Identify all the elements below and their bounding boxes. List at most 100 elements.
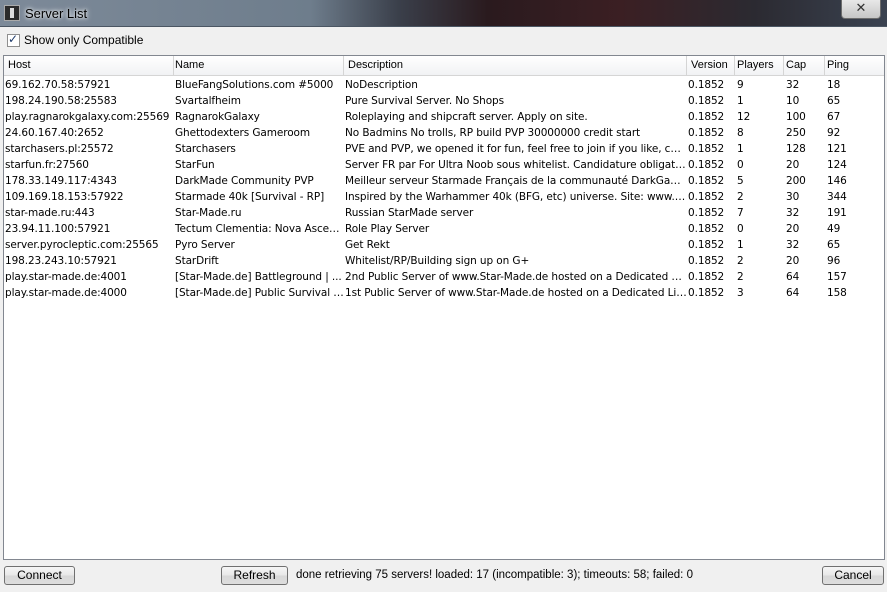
column-header-cap[interactable]: Cap [784, 56, 825, 76]
version-cell: 0.1852 [688, 127, 725, 139]
description-cell: Server FR par For Ultra Noob sous whitel… [345, 159, 687, 171]
version-cell: 0.1852 [688, 175, 725, 187]
ping-cell: 158 [827, 287, 847, 299]
ping-cell: 49 [827, 223, 841, 235]
cap-cell: 20 [786, 159, 800, 171]
column-header-host[interactable]: Host [4, 56, 174, 76]
cancel-button[interactable]: Cancel [822, 566, 884, 585]
cap-cell: 100 [786, 111, 806, 123]
description-cell: PVE and PVP, we opened it for fun, feel … [345, 143, 687, 155]
table-row[interactable]: 24.60.167.40:2652 Ghettodexters Gameroom N… [4, 125, 884, 141]
players-cell: 2 [737, 191, 744, 203]
version-cell: 0.1852 [688, 95, 725, 107]
table-row[interactable]: 69.162.70.58:57921 BlueFangSolutions.com … [4, 77, 884, 93]
table-row[interactable]: play.ragnarokgalaxy.com:25569 RagnarokGal… [4, 109, 884, 125]
description-cell: Meilleur serveur Starmade Français de la… [345, 175, 687, 187]
show-compatible-label[interactable]: Show only Compatible [24, 33, 143, 47]
refresh-button[interactable]: Refresh [221, 566, 288, 585]
server-table[interactable]: Host Name Description Version Players Ca… [3, 55, 885, 560]
description-cell: Whitelist/RP/Building sign up on G+ [345, 255, 530, 267]
title-bar[interactable]: Server List ✕ [0, 0, 887, 27]
host-cell: 24.60.167.40:2652 [5, 127, 104, 139]
name-cell: Tectum Clementia: Nova Ascend... [175, 223, 344, 235]
version-cell: 0.1852 [688, 287, 725, 299]
ping-cell: 67 [827, 111, 841, 123]
column-header-description[interactable]: Description [344, 56, 687, 76]
host-cell: 109.169.18.153:57922 [5, 191, 124, 203]
ping-cell: 18 [827, 79, 841, 91]
connect-button[interactable]: Connect [4, 566, 75, 585]
ping-cell: 157 [827, 271, 847, 283]
table-row[interactable]: starchasers.pl:25572 Starchasers PVE and P… [4, 141, 884, 157]
name-cell: Starmade 40k [Survival - RP] [175, 191, 325, 203]
table-row[interactable]: 198.23.243.10:57921 StarDrift Whitelist/RP… [4, 253, 884, 269]
version-cell: 0.1852 [688, 159, 725, 171]
show-compatible-checkbox[interactable]: ✓ [7, 31, 20, 47]
table-row[interactable]: 109.169.18.153:57922 Starmade 40k [Surviv… [4, 189, 884, 205]
name-cell: DarkMade Community PVP [175, 175, 314, 187]
ping-cell: 146 [827, 175, 847, 187]
version-cell: 0.1852 [688, 207, 725, 219]
name-cell: BlueFangSolutions.com #5000 [175, 79, 334, 91]
name-cell: Pyro Server [175, 239, 235, 251]
cap-cell: 30 [786, 191, 800, 203]
host-cell: 198.24.190.58:25583 [5, 95, 117, 107]
status-text: done retrieving 75 servers! loaded: 17 (… [296, 569, 693, 581]
cap-cell: 200 [786, 175, 806, 187]
table-row[interactable]: play.star-made.de:4000 [Star-Made.de] Pub… [4, 285, 884, 301]
players-cell: 7 [737, 207, 744, 219]
table-body: 69.162.70.58:57921 BlueFangSolutions.com … [4, 77, 884, 301]
name-cell: StarDrift [175, 255, 219, 267]
show-compatible-option[interactable]: ✓ Show only Compatible [7, 32, 143, 48]
version-cell: 0.1852 [688, 79, 725, 91]
checkmark-icon: ✓ [8, 31, 19, 46]
name-cell: Star-Made.ru [175, 207, 242, 219]
description-cell: Role Play Server [345, 223, 430, 235]
cap-cell: 10 [786, 95, 800, 107]
host-cell: 178.33.149.117:4343 [5, 175, 117, 187]
column-header-version[interactable]: Version [687, 56, 735, 76]
table-row[interactable]: 23.94.11.100:57921 Tectum Clementia: Nova… [4, 221, 884, 237]
description-cell: Roleplaying and shipcraft server. Apply … [345, 111, 588, 123]
version-cell: 0.1852 [688, 111, 725, 123]
window-title: Server List [25, 6, 88, 21]
table-row[interactable]: play.star-made.de:4001 [Star-Made.de] Bat… [4, 269, 884, 285]
version-cell: 0.1852 [688, 239, 725, 251]
app-icon [4, 5, 20, 21]
host-cell: starchasers.pl:25572 [5, 143, 114, 155]
column-header-ping[interactable]: Ping [825, 56, 884, 76]
close-button[interactable]: ✕ [841, 0, 881, 19]
cap-cell: 32 [786, 207, 800, 219]
name-cell: Ghettodexters Gameroom [175, 127, 310, 139]
cap-cell: 64 [786, 287, 800, 299]
column-header-players[interactable]: Players [735, 56, 784, 76]
name-cell: [Star-Made.de] Public Survival | ... [175, 287, 344, 299]
name-cell: Svartalfheim [175, 95, 241, 107]
description-cell: Get Rekt [345, 239, 390, 251]
table-row[interactable]: star-made.ru:443 Star-Made.ru Russian Star… [4, 205, 884, 221]
cap-cell: 32 [786, 79, 800, 91]
name-cell: [Star-Made.de] Battleground | ... [175, 271, 342, 283]
table-row[interactable]: 178.33.149.117:4343 DarkMade Community PV… [4, 173, 884, 189]
table-row[interactable]: starfun.fr:27560 StarFun Server FR par For… [4, 157, 884, 173]
version-cell: 0.1852 [688, 191, 725, 203]
ping-cell: 121 [827, 143, 847, 155]
host-cell: server.pyrocleptic.com:25565 [5, 239, 159, 251]
description-cell: Pure Survival Server. No Shops [345, 95, 504, 107]
cap-cell: 32 [786, 239, 800, 251]
players-cell: 1 [737, 143, 744, 155]
table-row[interactable]: server.pyrocleptic.com:25565 Pyro Server G… [4, 237, 884, 253]
ping-cell: 191 [827, 207, 847, 219]
host-cell: 69.162.70.58:57921 [5, 79, 111, 91]
column-header-name[interactable]: Name [174, 56, 344, 76]
name-cell: RagnarokGalaxy [175, 111, 260, 123]
host-cell: play.ragnarokgalaxy.com:25569 [5, 111, 170, 123]
players-cell: 2 [737, 271, 744, 283]
ping-cell: 65 [827, 239, 841, 251]
host-cell: 23.94.11.100:57921 [5, 223, 111, 235]
table-row[interactable]: 198.24.190.58:25583 Svartalfheim Pure Surv… [4, 93, 884, 109]
host-cell: 198.23.243.10:57921 [5, 255, 117, 267]
ping-cell: 92 [827, 127, 841, 139]
description-cell: No Badmins No trolls, RP build PVP 30000… [345, 127, 641, 139]
description-cell: 2nd Public Server of www.Star-Made.de ho… [345, 271, 687, 283]
